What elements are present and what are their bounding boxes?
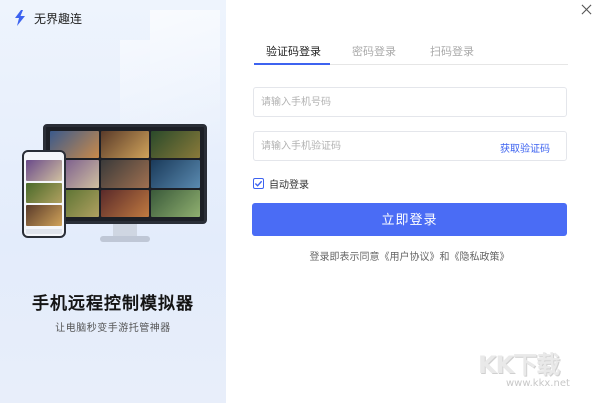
promo-subtitle: 让电脑秒变手游托管神器 [55, 323, 171, 334]
get-code-button[interactable]: 获取验证码 [500, 140, 550, 155]
watermark: KK下载 www.kkx.net [478, 345, 598, 401]
phone-illustration [22, 150, 66, 238]
phone-field [253, 87, 567, 117]
brand: 无界趣连 [12, 9, 82, 27]
user-agreement-link[interactable]: 《用户协议》 [380, 252, 440, 263]
monitor-stand [113, 224, 137, 236]
check-icon [254, 180, 263, 187]
close-icon[interactable] [578, 4, 594, 20]
login-button[interactable]: 立即登录 [252, 203, 567, 236]
promo-title: 手机远程控制模拟器 [32, 294, 194, 314]
agreement-text: 登录即表示同意《用户协议》和《隐私政策》 [252, 248, 567, 263]
tab-sms-code-login[interactable]: 验证码登录 [266, 43, 321, 65]
watermark-logo: KK下载 [478, 351, 560, 379]
auto-login: 自动登录 [253, 176, 309, 191]
login-tabs: 验证码登录 密码登录 扫码登录 [254, 43, 568, 65]
agreement-conjunction: 和 [439, 252, 450, 263]
auto-login-label: 自动登录 [269, 180, 309, 191]
phone-input[interactable] [254, 88, 474, 116]
monitor-illustration [43, 124, 207, 224]
tab-password-login[interactable]: 密码登录 [352, 43, 396, 65]
code-field: 获取验证码 [253, 131, 567, 161]
privacy-policy-link[interactable]: 《隐私政策》 [450, 252, 510, 263]
auto-login-checkbox[interactable] [253, 178, 264, 189]
login-window: 无界趣连 手机远程控制模拟器 让电脑秒变手游托管神器 验证码登录 密码登录 扫码… [0, 0, 600, 403]
sms-code-input[interactable] [254, 132, 474, 160]
monitor-base [100, 236, 150, 242]
brand-logo-icon [15, 10, 25, 26]
agreement-prefix: 登录即表示同意 [309, 252, 380, 263]
brand-name: 无界趣连 [34, 11, 83, 26]
tab-qr-login[interactable]: 扫码登录 [430, 43, 474, 65]
promo-panel: 无界趣连 手机远程控制模拟器 让电脑秒变手游托管神器 [0, 0, 226, 403]
active-tab-indicator [254, 63, 330, 65]
